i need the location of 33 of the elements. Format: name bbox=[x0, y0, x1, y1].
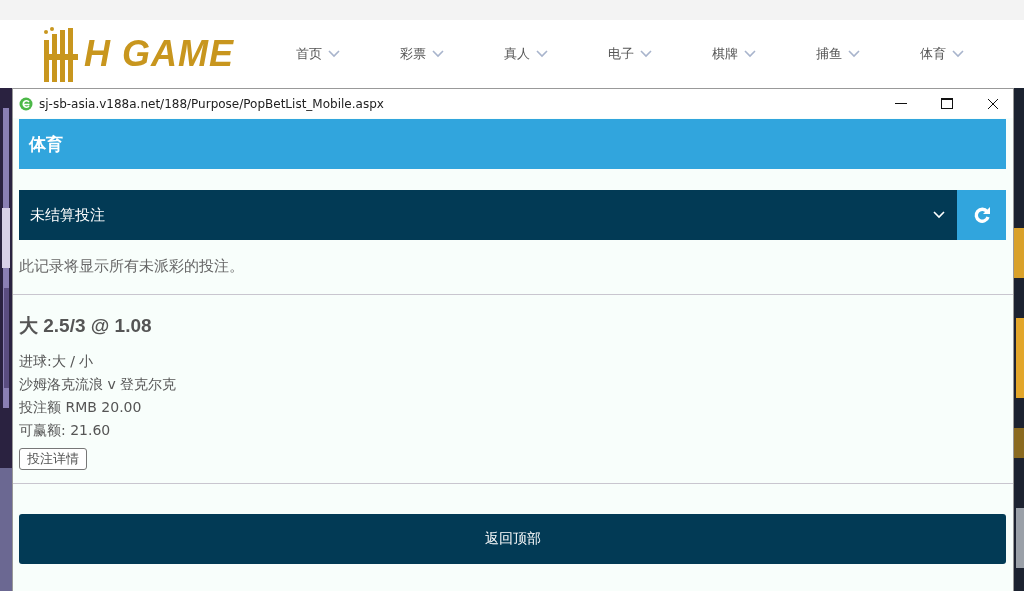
window-url: sj-sb-asia.v188a.net/188/Purpose/PopBetList_Mobile.aspx bbox=[39, 96, 385, 111]
bet-details-button[interactable]: 投注详情 bbox=[19, 448, 87, 470]
back-to-top-button[interactable]: 返回顶部 bbox=[19, 514, 1006, 564]
maximize-icon bbox=[941, 98, 953, 109]
info-text: 此记录将显示所有未派彩的投注。 bbox=[19, 256, 245, 277]
bet-detail-line: 进球:大 / 小 bbox=[19, 352, 95, 371]
nav-item[interactable]: 棋牌 bbox=[712, 45, 816, 63]
chevron-down-icon bbox=[432, 50, 444, 58]
chevron-down-icon bbox=[952, 50, 964, 58]
section-header: 体育 bbox=[19, 119, 1006, 169]
nav-item[interactable]: 首页 bbox=[296, 45, 400, 63]
chevron-down-icon bbox=[536, 50, 548, 58]
chevron-down-icon bbox=[744, 50, 756, 58]
close-icon bbox=[987, 97, 999, 110]
chevron-down-icon bbox=[640, 50, 652, 58]
chevron-down-icon bbox=[933, 211, 945, 219]
browser-icon bbox=[19, 96, 33, 111]
nav-item[interactable]: 捕鱼 bbox=[816, 45, 920, 63]
chevron-down-icon bbox=[328, 50, 340, 58]
bet-detail-line: 沙姆洛克流浪 v 登克尔克 bbox=[19, 375, 178, 394]
bet-filter-select[interactable]: 未结算投注 bbox=[19, 190, 957, 240]
refresh-icon bbox=[972, 206, 991, 224]
nav-item[interactable]: 真人 bbox=[504, 45, 608, 63]
nav-item[interactable]: 彩票 bbox=[400, 45, 504, 63]
nav-item[interactable]: 电子 bbox=[608, 45, 712, 63]
site-logo: H GAME bbox=[84, 34, 234, 74]
nav-item[interactable]: 体育 bbox=[920, 45, 1024, 63]
minimize-icon bbox=[895, 102, 907, 105]
refresh-button[interactable] bbox=[957, 190, 1006, 240]
bet-detail-line: 可赢额: 21.60 bbox=[19, 421, 112, 440]
bet-detail-line: 投注额 RMB 20.00 bbox=[19, 398, 143, 417]
chevron-down-icon bbox=[848, 50, 860, 58]
bet-title: 大 2.5/3 @ 1.08 bbox=[19, 314, 153, 338]
